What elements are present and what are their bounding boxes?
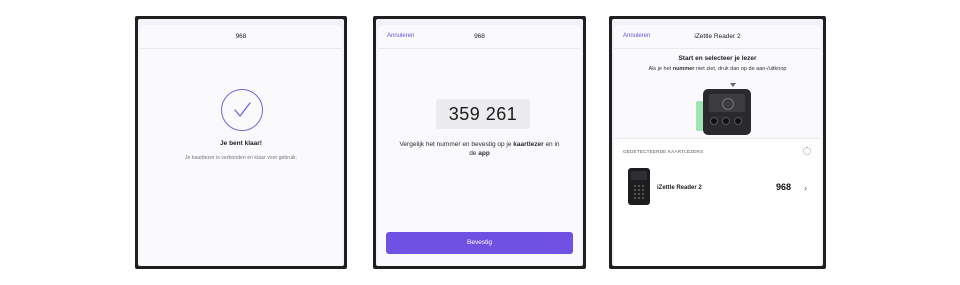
screen-success: 968 Je bent klaar! Je kaartlezer is verb…: [138, 19, 344, 266]
sheet-select-reader: Annuleren iZettle Reader 2 Start en sele…: [614, 25, 821, 266]
success-heading: Je bent klaar!: [220, 140, 262, 147]
section-label: GEDETECTEERDE KAARTLEZERS: [623, 149, 704, 154]
card-reader-illustration: [703, 89, 751, 135]
chevron-right-icon: ›: [804, 183, 807, 193]
reader-number: 968: [775, 182, 791, 192]
arrow-down-icon: [730, 83, 736, 87]
select-bold-number: nummer: [672, 66, 695, 72]
select-text-2: niet ziet, druk dan op de aan-/uitknop: [694, 66, 787, 72]
page-title: iZettle Reader 2: [694, 33, 741, 40]
device-confirm: Annuleren 968 359 261 Vergelijk het numm…: [373, 16, 586, 269]
confirm-button[interactable]: Bevestig: [386, 232, 573, 254]
compare-instructions: Vergelijk het nummer en bevestig op je k…: [398, 140, 561, 158]
select-text-1: Als je het: [648, 66, 673, 72]
success-subtext: Je kaartlezer is verbonden en klaar voor…: [184, 155, 298, 161]
header-success: 968: [140, 25, 342, 49]
contactless-icon: [709, 94, 745, 112]
sheet-confirm: Annuleren 968 359 261 Vergelijk het numm…: [378, 25, 581, 266]
sheet-success: 968 Je bent klaar! Je kaartlezer is verb…: [140, 25, 342, 266]
check-icon: [221, 89, 263, 131]
header-select-reader: Annuleren iZettle Reader 2: [614, 25, 821, 49]
device-success: 968 Je bent klaar! Je kaartlezer is verb…: [135, 16, 347, 269]
reader-key: [710, 117, 718, 125]
compare-bold-app: app: [478, 150, 490, 157]
pairing-code: 359 261: [436, 99, 530, 129]
screen-confirm: Annuleren 968 359 261 Vergelijk het numm…: [376, 19, 583, 266]
header-confirm: Annuleren 968: [378, 25, 581, 49]
card-reader-icon: [628, 168, 650, 205]
page-title: 968: [235, 33, 247, 40]
page-title: 968: [474, 33, 485, 40]
list-item[interactable]: iZettle Reader 2 968 ›: [614, 161, 821, 223]
reader-name: iZettle Reader 2: [657, 185, 702, 191]
screen-select-reader: Annuleren iZettle Reader 2 Start en sele…: [612, 19, 823, 266]
reader-keys: [710, 117, 742, 125]
device-select-reader: Annuleren iZettle Reader 2 Start en sele…: [609, 16, 826, 269]
compare-bold-reader: kaartlezer: [513, 141, 544, 148]
loading-spinner-icon: [803, 147, 811, 155]
compare-text-1: Vergelijk het nummer en bevestig op je: [399, 141, 514, 148]
reader-key: [722, 117, 730, 125]
select-heading: Start en selecteer je lezer: [678, 55, 757, 62]
detected-readers-section: GEDETECTEERDE KAARTLEZERS iZettle Reader…: [614, 138, 821, 266]
select-instructions: Als je het nummer niet ziet, druk dan op…: [614, 66, 821, 72]
reader-key: [734, 117, 742, 125]
